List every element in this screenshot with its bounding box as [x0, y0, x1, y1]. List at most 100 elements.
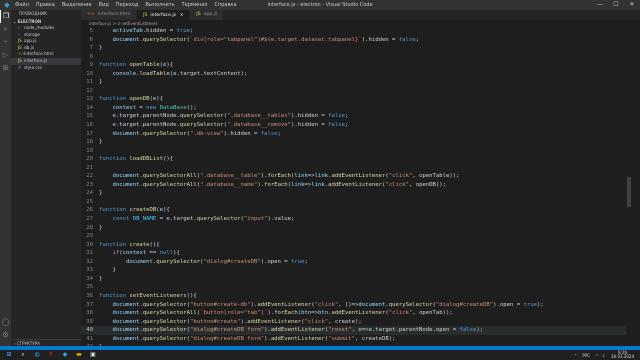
html-file-icon: <> — [87, 12, 95, 17]
editor-tab[interactable]: <> interface.html — [81, 10, 138, 20]
code-line[interactable]: 34} — [81, 275, 626, 284]
minimize-icon[interactable]: — — [592, 0, 608, 10]
menu-item[interactable]: Справка — [214, 2, 236, 8]
tray-arrow-icon[interactable]: ⌃ — [574, 353, 577, 358]
code-text: } — [99, 224, 103, 231]
code-line[interactable]: 32 document.querySelector("dialog#create… — [81, 258, 626, 267]
code-line[interactable]: 7} — [81, 44, 626, 53]
search-taskbar-icon[interactable]: ⌕ — [18, 351, 28, 359]
scrollbar-thumb[interactable] — [627, 177, 631, 207]
account-icon[interactable]: ◯ — [0, 316, 11, 329]
code-line[interactable]: 10 console.loadTable(e.target.textConten… — [81, 70, 626, 79]
code-line[interactable]: 21 — [81, 164, 626, 173]
code-line[interactable]: 41 document.querySelector("dialog#create… — [81, 335, 626, 344]
menu-item[interactable]: Файл — [15, 2, 29, 8]
code-line[interactable]: 29 — [81, 232, 626, 241]
volume-icon[interactable]: ♪ — [603, 353, 606, 358]
line-number: 33 — [86, 267, 93, 274]
code-text: document.querySelectorAll(".database__ta… — [112, 173, 460, 180]
code-line[interactable]: 5 activeTab.hidden = true; — [81, 27, 626, 36]
vscode-taskbar-icon[interactable]: ◆ — [60, 351, 70, 359]
code-line[interactable]: 40 document.querySelector("dialog#create… — [81, 326, 626, 335]
line-number: 30 — [86, 241, 93, 248]
maximize-icon[interactable]: ☐ — [608, 0, 624, 10]
code-line[interactable]: 31 if(context == null){ — [81, 249, 626, 258]
code-line[interactable]: 24} — [81, 189, 626, 198]
code-editor[interactable]: 5 activeTab.hidden = true; 6 document.que… — [81, 27, 626, 346]
browser-icon[interactable]: ◍ — [32, 351, 42, 359]
project-folder[interactable]: ⌄ ELECTRON — [11, 18, 81, 25]
terminal-taskbar-icon[interactable]: ▣ — [88, 351, 98, 359]
breadcrumb[interactable]: interface.js > ⊙ setEventListeners — [81, 20, 640, 27]
line-number: 21 — [86, 164, 93, 171]
code-line[interactable]: 8 — [81, 53, 626, 62]
file-tree-item[interactable]: › node_modules — [11, 25, 81, 32]
start-icon[interactable]: ⊞ — [4, 351, 14, 359]
tab-close-icon[interactable]: ✕ — [180, 12, 183, 17]
file-tree-item[interactable]: <>interface.html — [11, 51, 81, 58]
menu-item[interactable]: Терминал — [182, 2, 208, 8]
code-line[interactable]: 28} — [81, 224, 626, 233]
editor-scrollbar[interactable] — [626, 27, 632, 346]
wifi-icon[interactable]: ◠ — [595, 353, 599, 358]
editor-tab[interactable]: JS app.js — [190, 10, 225, 20]
code-line[interactable]: 33 } — [81, 266, 626, 275]
code-line[interactable]: 17 document.querySelector(".db-view").hi… — [81, 130, 626, 139]
menu-item[interactable]: Переход — [116, 2, 139, 8]
yandex-icon[interactable]: Y — [46, 351, 56, 359]
file-tree: › node_modules › storage JS app.js JS db.js <>in… — [11, 25, 81, 71]
js-file-icon: JS — [18, 57, 22, 63]
code-line[interactable]: 13 function openDB(e){ — [81, 95, 626, 104]
code-line[interactable]: 11} — [81, 78, 626, 87]
code-line[interactable]: 6 document.querySelector(`div[role="tabp… — [81, 36, 626, 45]
code-line[interactable]: 15 e.target.parentNode.querySelector(".d… — [81, 112, 626, 121]
line-number: 24 — [86, 190, 93, 197]
language-indicator[interactable]: РУС — [582, 353, 590, 358]
source-control-icon[interactable]: ⑂ — [0, 36, 11, 49]
code-line[interactable]: 27 const DB_NAME = e.target.querySelecto… — [81, 215, 626, 224]
code-line[interactable]: 9 function openTable(e){ — [81, 61, 626, 70]
code-line[interactable]: 30 function create(){ — [81, 241, 626, 250]
code-line[interactable]: 22 document.querySelectorAll(".database_… — [81, 172, 626, 181]
code-line[interactable]: 25 — [81, 198, 626, 207]
file-tree-item[interactable]: JS db.js — [11, 45, 81, 52]
file-tree-item[interactable]: › storage — [11, 32, 81, 39]
code-line[interactable]: 14 context = new DataBase(); — [81, 104, 626, 113]
code-line[interactable]: 35 — [81, 283, 626, 292]
system-tray: ⌃ РУС ◠ ♪ 9:26 26.03.2024 — [574, 350, 634, 360]
code-line[interactable]: 26 function createDB(e){ — [81, 206, 626, 215]
code-text: function openTable(e){ — [99, 62, 174, 69]
file-tree-item[interactable]: JS interface.js — [11, 57, 81, 65]
gear-icon[interactable]: ⚙ — [0, 329, 11, 342]
code-line[interactable]: 16 e.target.parentNode.querySelector(".d… — [81, 121, 626, 130]
clock[interactable]: 9:26 26.03.2024 — [611, 350, 634, 360]
explorer-icon[interactable]: ❐ — [0, 10, 11, 23]
code-line[interactable]: 36 function setEventListeners(){ — [81, 292, 626, 301]
code-line[interactable]: 38 document.querySelectorAll(`button[rol… — [81, 309, 626, 318]
tab-label: app.js — [203, 12, 218, 17]
folder-taskbar-icon[interactable]: ▬ — [74, 351, 84, 359]
js-file-icon: JS — [196, 12, 201, 17]
close-icon[interactable]: ✕ — [624, 0, 640, 10]
menu-item[interactable]: Правка — [36, 2, 55, 8]
file-tree-item[interactable]: # style.css — [11, 65, 81, 72]
js-file-icon: JS — [18, 44, 22, 50]
code-line[interactable]: 12 — [81, 87, 626, 96]
search-icon[interactable]: ⌕ — [0, 23, 11, 36]
code-line[interactable]: 39 document.querySelector("button#create… — [81, 318, 626, 327]
code-line[interactable]: 20 function loadDBList(){ — [81, 155, 626, 164]
menu-item[interactable]: Выделение — [62, 2, 92, 8]
code-line[interactable]: 23 document.querySelectorAll(".database_… — [81, 181, 626, 190]
run-debug-icon[interactable]: ▷ — [0, 49, 11, 62]
code-line[interactable]: 37 document.querySelector("button#create… — [81, 301, 626, 310]
menu-item[interactable]: Выполнить — [145, 2, 174, 8]
outline-section[interactable]: › СТРУКТУРА — [11, 339, 81, 346]
editor-tab[interactable]: JS interface.js ✕ — [137, 10, 191, 20]
extensions-icon[interactable]: ⊞ — [0, 62, 11, 75]
code-text: context = new DataBase(); — [112, 104, 197, 111]
code-line[interactable]: 18} — [81, 138, 626, 147]
file-tree-item[interactable]: JS app.js — [11, 38, 81, 45]
code-text: if(context == null){ — [112, 250, 180, 257]
menu-item[interactable]: Вид — [99, 2, 109, 8]
code-line[interactable]: 19 — [81, 147, 626, 156]
